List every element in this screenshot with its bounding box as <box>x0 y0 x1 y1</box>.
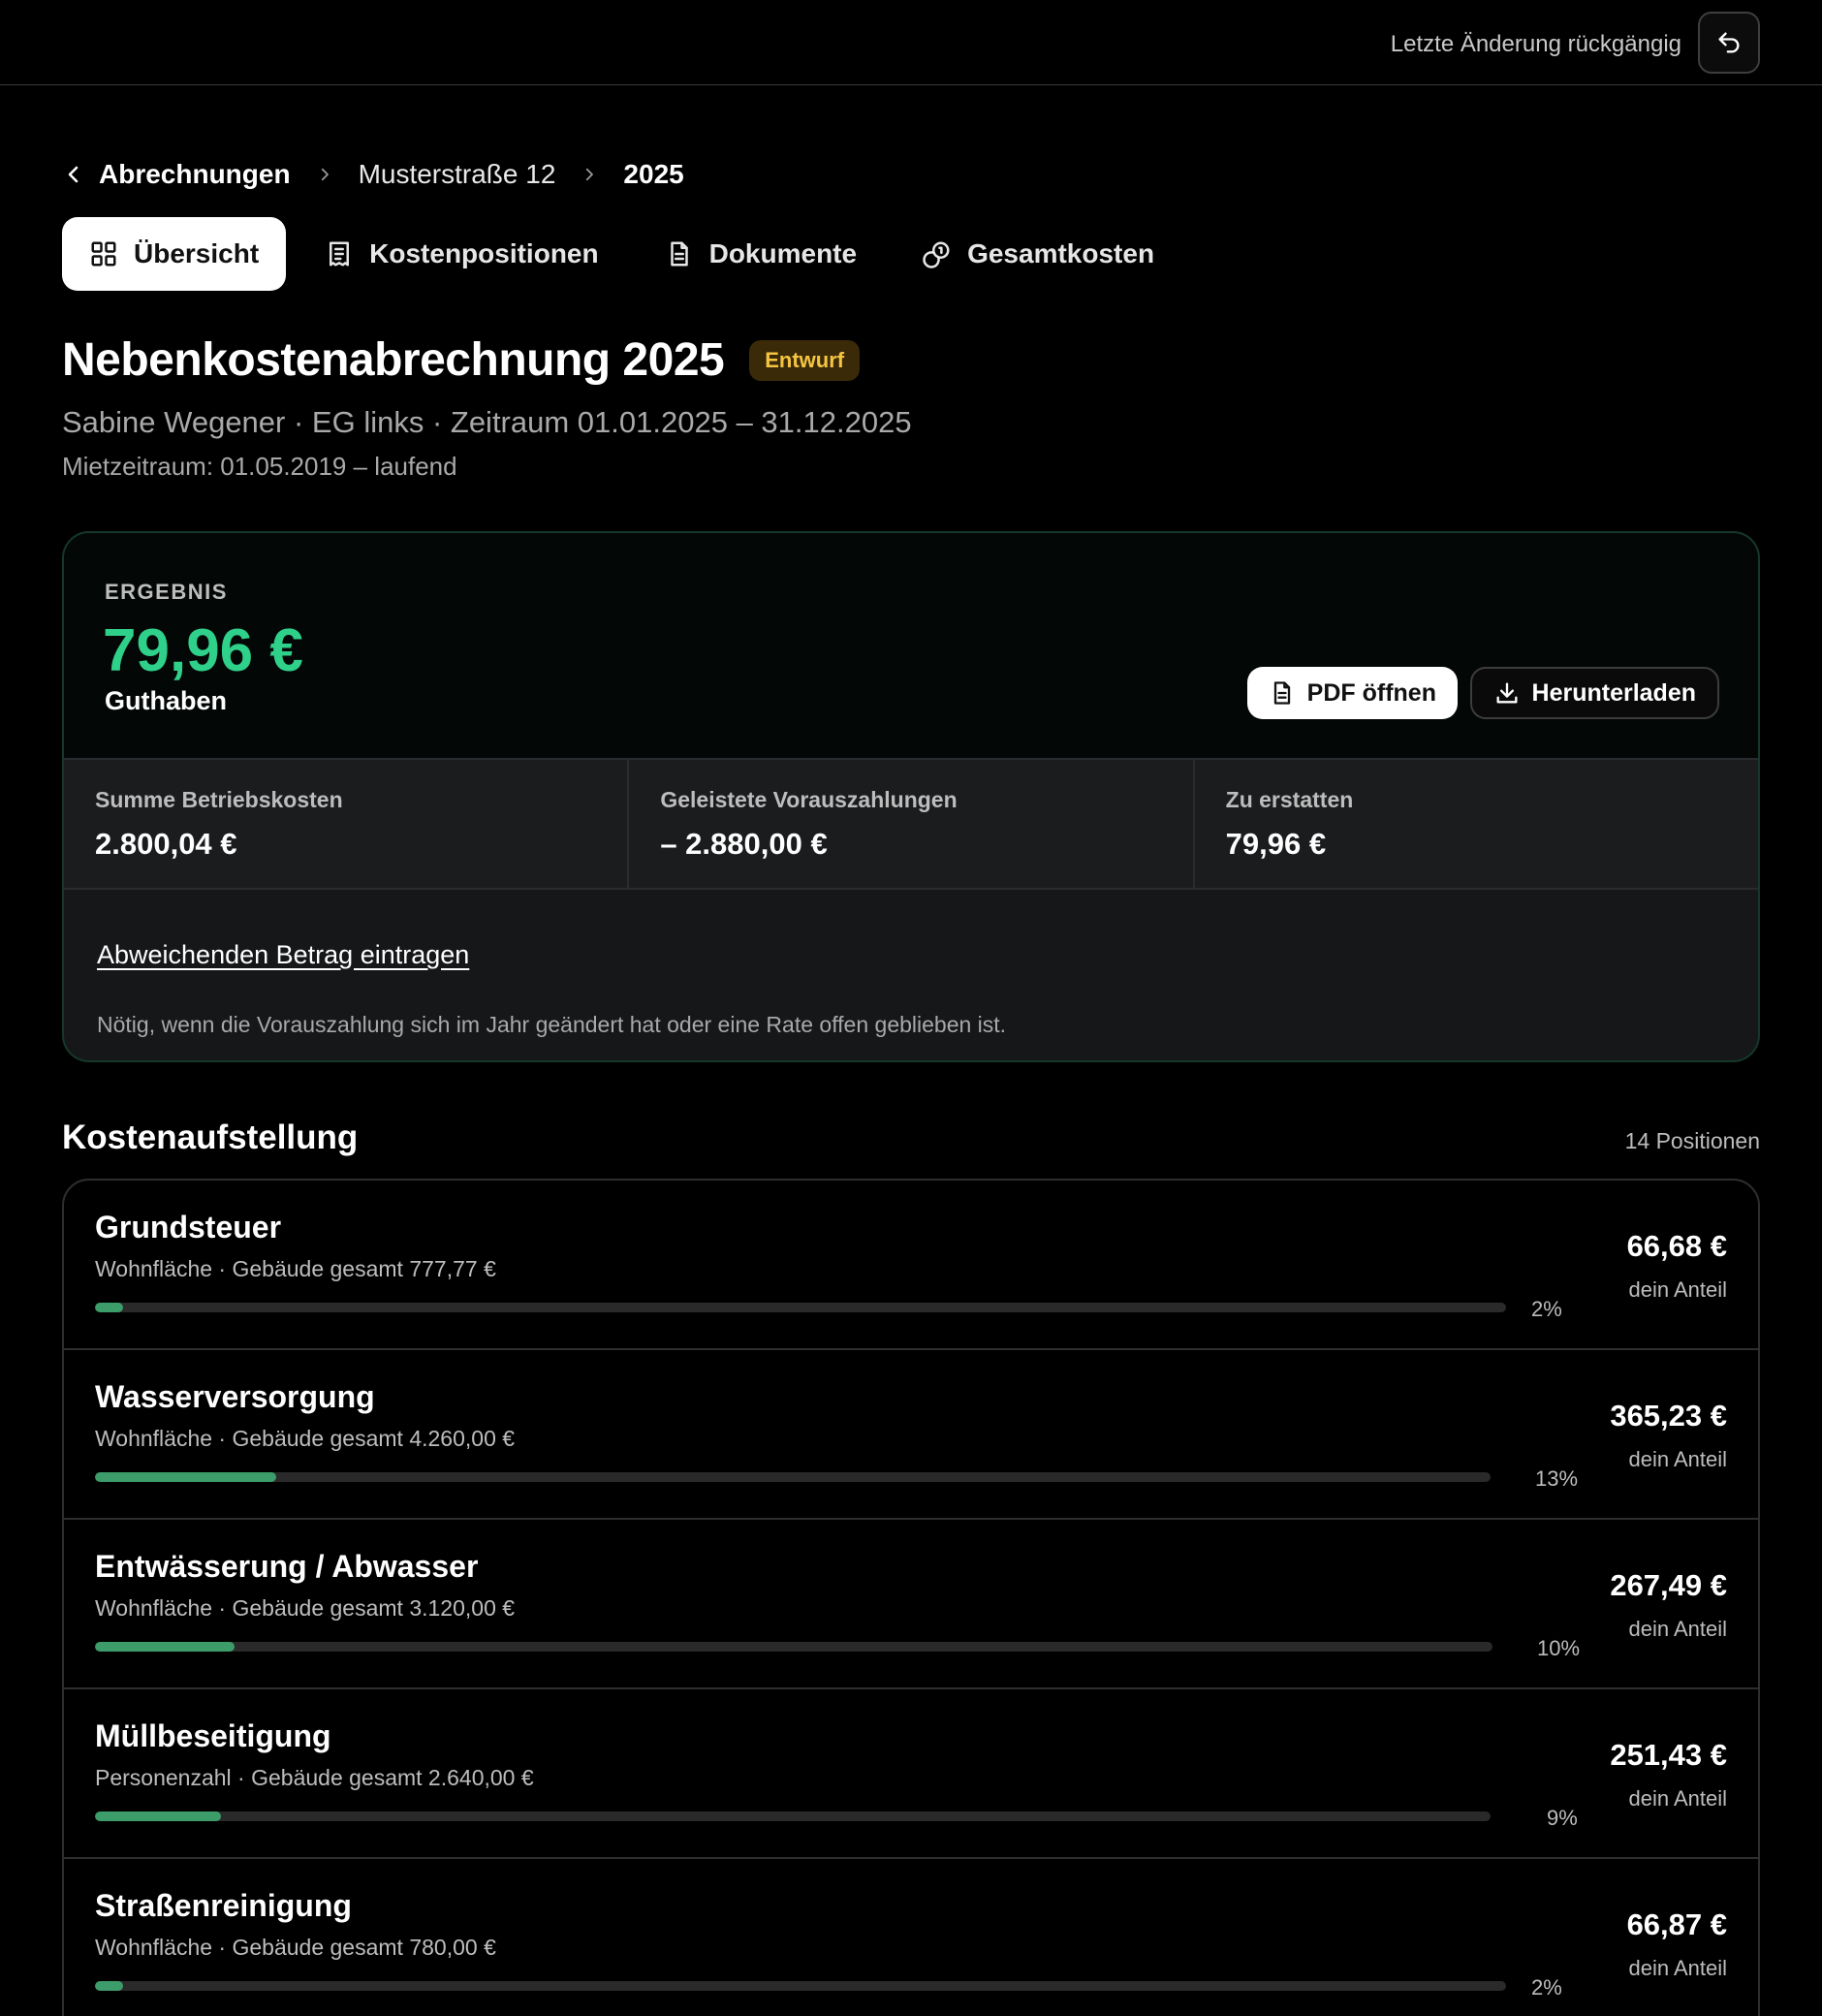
breadcrumb-back[interactable]: Abrechnungen <box>62 159 291 190</box>
chevron-right-icon <box>581 166 598 183</box>
cost-percent: 2% <box>1531 1975 1562 2000</box>
cost-amount: 267,49 € <box>1610 1568 1727 1602</box>
result-label: ERGEBNIS <box>105 580 228 604</box>
breadcrumb: Abrechnungen Musterstraße 12 2025 <box>62 157 684 192</box>
cost-meta: Wohnfläche · Gebäude gesamt 777,77 € <box>95 1256 496 1281</box>
cost-name: Straßenreinigung <box>95 1888 352 1923</box>
cost-amount: 365,23 € <box>1610 1399 1727 1433</box>
stat-label: Geleistete Vorauszahlungen <box>660 787 958 812</box>
cost-count: 14 Positionen <box>1624 1128 1760 1153</box>
document-icon <box>665 239 694 268</box>
cost-item[interactable]: Grundsteuer Wohnfläche · Gebäude gesamt … <box>64 1181 1758 1350</box>
stat-value: – 2.880,00 € <box>660 827 828 861</box>
grid-icon <box>89 239 118 268</box>
cost-item[interactable]: Müllbeseitigung Personenzahl · Gebäude g… <box>64 1689 1758 1859</box>
undo-label[interactable]: Letzte Änderung rückgängig <box>1391 31 1681 58</box>
cost-meta: Wohnfläche · Gebäude gesamt 4.260,00 € <box>95 1426 516 1451</box>
cost-share-bar-fill <box>95 1642 236 1652</box>
download-button[interactable]: Herunterladen <box>1469 667 1719 719</box>
cost-name: Entwässerung / Abwasser <box>95 1549 479 1584</box>
cost-share-bar <box>95 1811 1491 1821</box>
cost-share-label: dein Anteil <box>1628 1956 1727 1980</box>
rental-period: Mietzeitraum: 01.05.2019 – laufend <box>62 452 457 481</box>
tab-gesamtkosten[interactable]: Gesamtkosten <box>895 217 1181 291</box>
cost-item[interactable]: Entwässerung / Abwasser Wohnfläche · Geb… <box>64 1520 1758 1689</box>
cost-share-bar-fill <box>95 1303 124 1312</box>
download-label: Herunterladen <box>1531 678 1696 707</box>
result-card: ERGEBNIS 79,96 € Guthaben PDF öffnen Her… <box>62 531 1760 1062</box>
cost-percent: 13% <box>1535 1466 1579 1491</box>
cost-share-label: dein Anteil <box>1628 1447 1727 1471</box>
cost-list: Grundsteuer Wohnfläche · Gebäude gesamt … <box>62 1179 1760 2016</box>
cost-share-label: dein Anteil <box>1628 1786 1727 1811</box>
cost-percent: 2% <box>1531 1297 1562 1321</box>
stat-value: 2.800,04 € <box>95 827 237 861</box>
chevron-left-icon <box>68 166 79 183</box>
coins-icon <box>923 239 952 268</box>
cost-amount: 66,87 € <box>1626 1907 1727 1941</box>
cost-name: Müllbeseitigung <box>95 1718 331 1753</box>
stat-label: Summe Betriebskosten <box>95 787 343 812</box>
cost-share-bar <box>95 1303 1506 1312</box>
cost-name: Grundsteuer <box>95 1210 282 1244</box>
stat-value: 79,96 € <box>1225 827 1327 861</box>
cost-item[interactable]: Wasserversorgung Wohnfläche · Gebäude ge… <box>64 1350 1758 1520</box>
cost-section-title: Kostenaufstellung <box>62 1118 359 1156</box>
deviating-amount-link[interactable]: Abweichenden Betrag eintragen <box>97 940 469 970</box>
stat-betriebskosten: Summe Betriebskosten 2.800,04 € <box>64 760 630 888</box>
chevron-right-icon <box>316 166 333 183</box>
tab-label: Übersicht <box>134 238 260 268</box>
receipt-icon <box>325 239 354 268</box>
breadcrumb-abrechnungen[interactable]: Abrechnungen <box>99 159 291 190</box>
tab-label: Dokumente <box>708 238 858 268</box>
cost-percent: 9% <box>1547 1806 1578 1830</box>
undo-icon <box>1718 32 1740 53</box>
tab-dokumente[interactable]: Dokumente <box>638 217 884 291</box>
cost-share-bar-fill <box>95 1811 221 1821</box>
cost-meta: Personenzahl · Gebäude gesamt 2.640,00 € <box>95 1765 534 1790</box>
top-bar: Letzte Änderung rückgängig <box>0 0 1822 85</box>
result-summary: ERGEBNIS 79,96 € Guthaben PDF öffnen Her… <box>64 533 1758 760</box>
cost-share-bar <box>95 1472 1491 1482</box>
open-pdf-label: PDF öffnen <box>1306 678 1436 707</box>
page-subtitle: Sabine Wegener · EG links · Zeitraum 01.… <box>62 405 912 439</box>
cost-name: Wasserversorgung <box>95 1379 375 1414</box>
stat-zu-erstatten: Zu erstatten 79,96 € <box>1195 760 1758 888</box>
tab-label: Kostenpositionen <box>369 238 599 268</box>
breadcrumb-property[interactable]: Musterstraße 12 <box>359 159 556 190</box>
deviating-amount-hint: Nötig, wenn die Vorauszahlung sich im Ja… <box>97 1012 1007 1037</box>
stat-vorauszahlungen: Geleistete Vorauszahlungen – 2.880,00 € <box>629 760 1195 888</box>
cost-percent: 10% <box>1537 1636 1581 1660</box>
title-row: Nebenkostenabrechnung 2025 Entwurf <box>62 333 861 387</box>
cost-share-bar-fill <box>95 1472 277 1482</box>
tab-label: Gesamtkosten <box>967 238 1155 268</box>
open-pdf-button[interactable]: PDF öffnen <box>1246 667 1458 719</box>
undo-button[interactable] <box>1698 12 1760 74</box>
cost-share-bar-fill <box>95 1981 124 1991</box>
download-icon <box>1493 679 1521 707</box>
result-amount: 79,96 € <box>103 617 303 684</box>
stat-label: Zu erstatten <box>1225 787 1354 812</box>
cost-amount: 251,43 € <box>1610 1738 1727 1772</box>
cost-share-bar <box>95 1642 1492 1652</box>
cost-item[interactable]: Straßenreinigung Wohnfläche · Gebäude ge… <box>64 1859 1758 2016</box>
cost-share-bar <box>95 1981 1506 1991</box>
status-badge: Entwurf <box>749 339 861 381</box>
tab-bar: Übersicht Kostenpositionen Dokumente Ges… <box>62 217 1193 291</box>
cost-share-label: dein Anteil <box>1628 1617 1727 1641</box>
document-icon <box>1269 679 1296 707</box>
tab-kostenpositionen[interactable]: Kostenpositionen <box>298 217 625 291</box>
cost-share-label: dein Anteil <box>1628 1277 1727 1302</box>
breadcrumb-year: 2025 <box>623 159 684 189</box>
page-title: Nebenkostenabrechnung 2025 <box>62 334 725 386</box>
cost-meta: Wohnfläche · Gebäude gesamt 780,00 € <box>95 1935 496 1960</box>
cost-amount: 66,68 € <box>1626 1229 1727 1263</box>
result-stats: Summe Betriebskosten 2.800,04 € Geleiste… <box>64 760 1758 890</box>
result-status: Guthaben <box>105 686 227 715</box>
cost-meta: Wohnfläche · Gebäude gesamt 3.120,00 € <box>95 1595 516 1621</box>
tab-uebersicht[interactable]: Übersicht <box>62 217 287 291</box>
